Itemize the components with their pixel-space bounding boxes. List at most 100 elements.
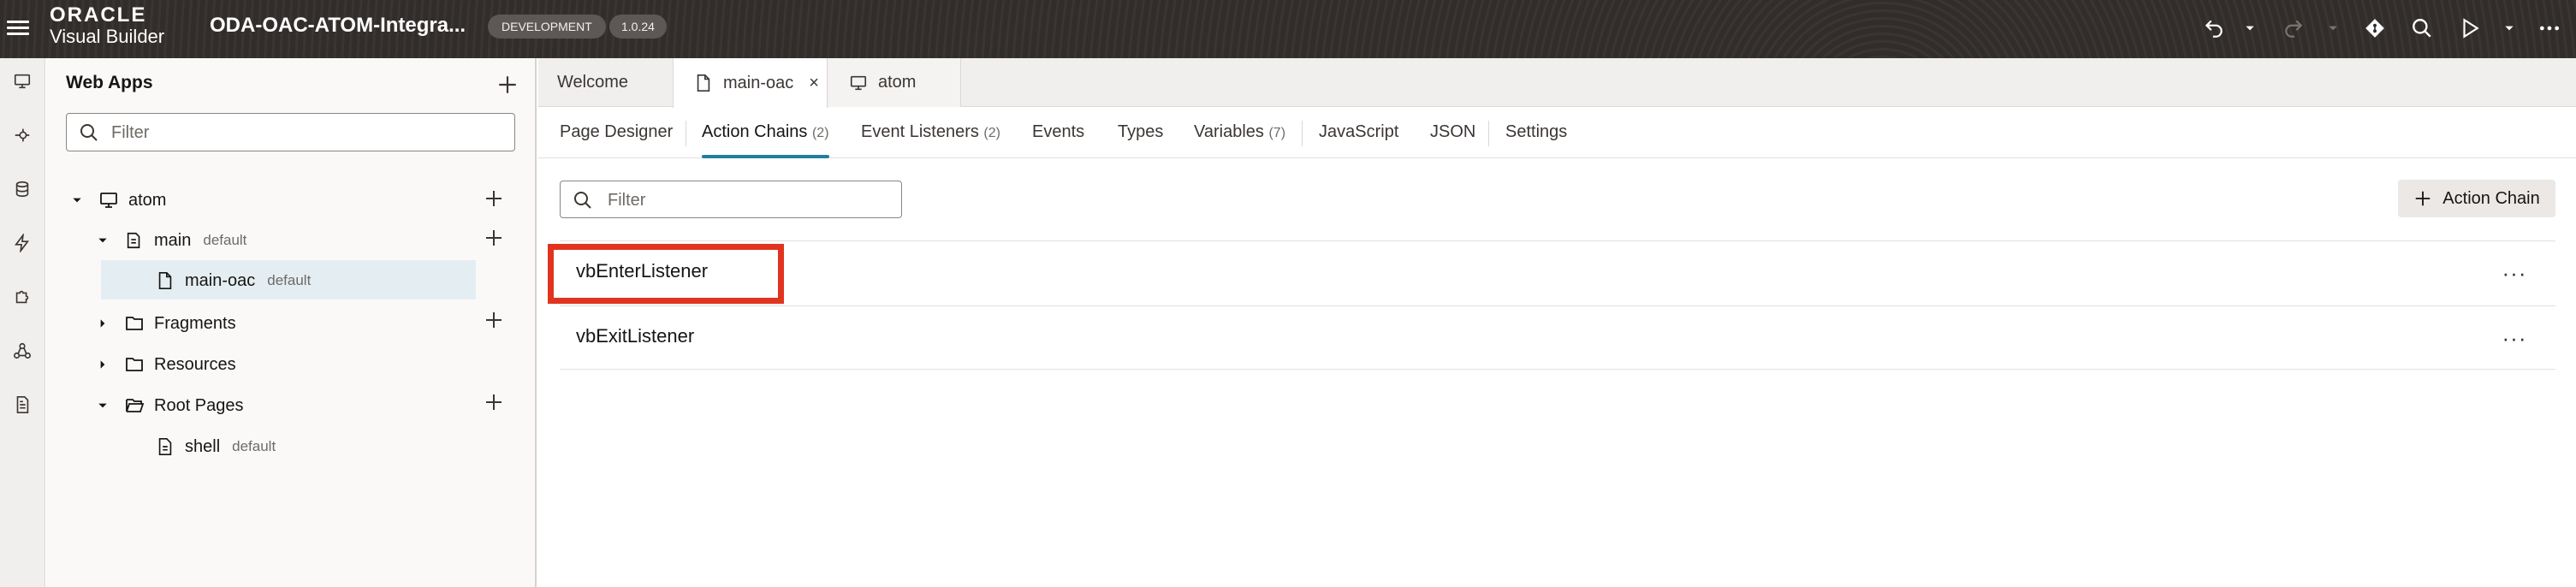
tree-item-shell[interactable]: shell default <box>154 428 276 465</box>
left-icon-rail <box>0 58 45 587</box>
more-icon[interactable] <box>2535 14 2564 43</box>
tab-welcome[interactable]: Welcome <box>557 58 628 107</box>
tab-types[interactable]: Types <box>1118 108 1163 158</box>
oracle-logo: ORACLE <box>50 3 147 27</box>
app-header: ORACLE Visual Builder ODA-OAC-ATOM-Integ… <box>0 0 2576 58</box>
web-app-icon <box>98 189 120 211</box>
tab-variables[interactable]: Variables (7) <box>1194 108 1285 158</box>
tree-item-label: Resources <box>154 354 236 374</box>
chevron-down-icon[interactable] <box>2501 14 2518 43</box>
button-label: Action Chain <box>2442 188 2540 208</box>
collapse-icon[interactable] <box>94 397 111 414</box>
tab-label: Event Listeners <box>861 122 979 141</box>
action-chains-filter-input[interactable] <box>608 188 890 212</box>
tab-label: Variables <box>1194 122 1264 141</box>
add-action-chain-button[interactable]: Action Chain <box>2398 180 2555 217</box>
tree-item-root-pages[interactable]: Root Pages <box>94 387 244 424</box>
action-chains-filter <box>560 181 902 218</box>
tab-event-listeners[interactable]: Event Listeners (2) <box>861 108 1000 158</box>
tree-item-meta: default <box>267 272 312 288</box>
business-objects-icon[interactable] <box>7 174 38 205</box>
chevron-down-icon[interactable] <box>2241 14 2258 43</box>
processes-icon[interactable] <box>7 228 38 258</box>
run-icon[interactable] <box>2455 14 2484 43</box>
tree-item-meta: default <box>203 232 247 248</box>
folder-icon <box>123 312 145 335</box>
menu-icon[interactable] <box>7 17 29 39</box>
tab-action-chains[interactable]: Action Chains (2) <box>702 108 829 158</box>
editor-sub-tabs: Page Designer Action Chains (2) Event Li… <box>538 108 2576 158</box>
documents-icon[interactable] <box>7 389 38 420</box>
environment-badge: DEVELOPMENT <box>488 15 606 39</box>
search-icon <box>574 192 591 209</box>
collapse-icon[interactable] <box>68 192 86 209</box>
plus-icon <box>2416 191 2431 206</box>
tab-settings[interactable]: Settings <box>1505 108 1567 158</box>
tree-item-resources[interactable]: Resources <box>94 346 236 383</box>
tab-label: atom <box>878 73 917 92</box>
action-chain-name[interactable]: vbEnterListener <box>576 260 708 282</box>
list-item-action-chain[interactable]: vbEnterListener ··· <box>560 241 2555 305</box>
tree-item-label: Root Pages <box>154 395 244 415</box>
tree-item-meta: default <box>232 438 276 454</box>
action-chain-name[interactable]: vbExitListener <box>576 325 694 347</box>
add-to-main-button[interactable] <box>480 224 507 252</box>
list-item-action-chain[interactable]: vbExitListener ··· <box>560 306 2555 370</box>
tree-item-label: Fragments <box>154 313 236 333</box>
git-icon[interactable] <box>2360 14 2389 43</box>
close-icon[interactable]: × <box>809 74 819 93</box>
add-fragment-button[interactable] <box>480 306 507 334</box>
add-root-page-button[interactable] <box>480 388 507 416</box>
tab-main-oac[interactable]: main-oac × <box>673 58 828 108</box>
tab-count: (2) <box>811 126 829 140</box>
expand-icon[interactable] <box>94 315 111 332</box>
components-icon[interactable] <box>7 282 38 312</box>
tab-atom[interactable]: atom <box>828 58 961 107</box>
navigator-filter-input[interactable] <box>111 121 505 145</box>
tree-item-label: atom <box>128 190 167 210</box>
undo-icon[interactable] <box>2199 14 2229 43</box>
search-icon[interactable] <box>2407 14 2437 43</box>
web-apps-icon[interactable] <box>7 66 38 97</box>
tab-label: Welcome <box>557 73 628 92</box>
tab-json[interactable]: JSON <box>1430 108 1475 158</box>
tab-page-designer[interactable]: Page Designer <box>560 108 673 158</box>
tab-javascript[interactable]: JavaScript <box>1319 108 1398 158</box>
tab-label: Page Designer <box>560 122 674 141</box>
tree-item-atom[interactable]: atom <box>68 181 166 219</box>
tree-item-main[interactable]: main default <box>94 222 246 259</box>
more-icon[interactable]: ··· <box>2497 258 2531 288</box>
navigator-title: Web Apps <box>66 73 153 92</box>
chevron-down-icon[interactable] <box>2324 14 2342 43</box>
product-name: Visual Builder <box>50 26 165 47</box>
open-folder-icon <box>123 394 145 417</box>
tree-item-main-oac[interactable]: main-oac default <box>154 262 311 299</box>
tab-label: Action Chains <box>702 122 808 141</box>
search-icon <box>80 124 98 141</box>
source-icon[interactable] <box>7 335 38 366</box>
flow-icon <box>123 229 145 252</box>
tab-label: JSON <box>1430 122 1476 141</box>
collapse-icon[interactable] <box>94 232 111 249</box>
redo-icon[interactable] <box>2279 14 2308 43</box>
more-icon[interactable]: ··· <box>2497 323 2531 353</box>
navigator-filter <box>66 113 515 151</box>
page-icon <box>697 74 710 92</box>
page-icon <box>154 270 176 292</box>
app-title[interactable]: ODA-OAC-ATOM-Integra... <box>210 14 466 38</box>
tab-count: (2) <box>983 126 1000 140</box>
version-badge: 1.0.24 <box>609 15 667 39</box>
services-icon[interactable] <box>7 120 38 151</box>
add-web-app-button[interactable] <box>491 68 524 101</box>
tab-label: Events <box>1032 122 1085 141</box>
expand-icon[interactable] <box>94 356 111 373</box>
tab-events[interactable]: Events <box>1032 108 1084 158</box>
tab-label: Settings <box>1505 122 1568 141</box>
tree-item-fragments[interactable]: Fragments <box>94 305 236 342</box>
tree-item-label: main-oac <box>185 270 256 290</box>
add-to-atom-button[interactable] <box>480 185 507 212</box>
tab-label: JavaScript <box>1319 122 1399 141</box>
web-app-icon <box>850 75 867 90</box>
tree-item-label: main <box>154 230 192 250</box>
tab-count: (7) <box>1268 126 1286 140</box>
